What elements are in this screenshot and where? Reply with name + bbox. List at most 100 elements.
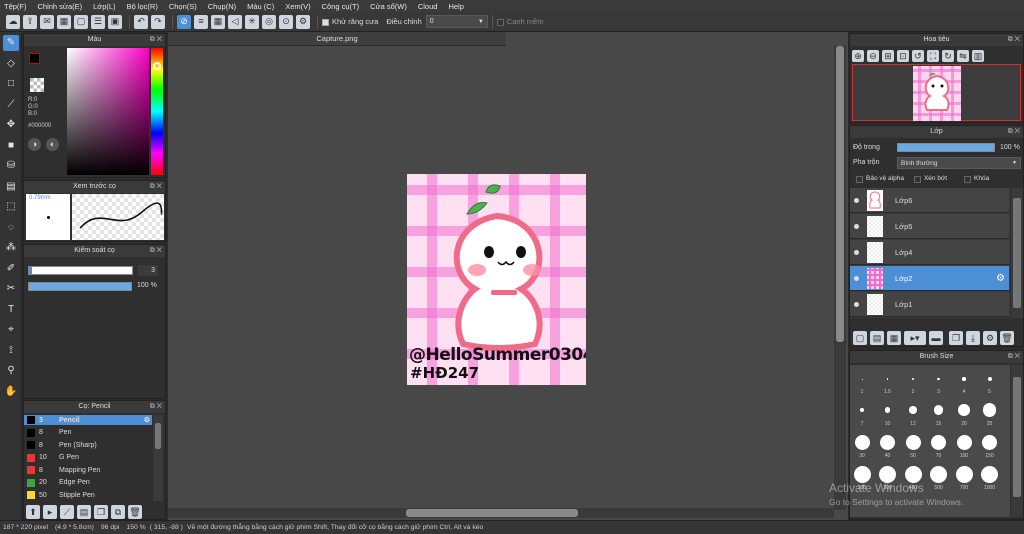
layer-row-1[interactable]: Lớp1 <box>850 292 1009 317</box>
lasso-tool-icon[interactable]: ◌ <box>3 220 19 236</box>
eye-icon[interactable] <box>854 275 859 281</box>
panel-menu-icon[interactable]: ⧉ ✕ <box>150 245 162 257</box>
primary-color-swatch[interactable] <box>29 53 40 64</box>
scrollbar-thumb[interactable] <box>155 423 161 449</box>
panel-menu-icon[interactable]: ⧉ ✕ <box>1008 351 1020 363</box>
zoom-in-icon[interactable]: ⊕ <box>852 50 864 62</box>
cloud-icon[interactable]: ☁ <box>6 14 20 29</box>
brush-size-dot[interactable] <box>982 403 997 417</box>
zoom-actual-icon[interactable]: ⊡ <box>897 50 909 62</box>
zoom-out-icon[interactable]: ⊖ <box>867 50 879 62</box>
eye-icon[interactable] <box>854 223 859 229</box>
rotate-left-icon[interactable]: ↺ <box>912 50 924 62</box>
snap-curve-icon[interactable]: ⊙ <box>279 14 293 29</box>
eye-icon[interactable] <box>854 197 859 203</box>
eyedropper-tool-icon[interactable]: ⚲ <box>3 363 19 379</box>
redo-icon[interactable]: ↷ <box>151 14 165 29</box>
brush-item-pen[interactable]: 8 Pen <box>24 428 164 438</box>
scrollbar-thumb[interactable] <box>1013 198 1021 308</box>
brush-size-dot[interactable] <box>933 405 944 415</box>
protect-alpha-checkbox[interactable] <box>856 176 863 183</box>
adjust-select[interactable]: 0 ▼ <box>425 15 488 28</box>
magic-wand-tool-icon[interactable]: ⁂ <box>3 240 19 256</box>
blend-mode-select[interactable]: Bình thường ▼ <box>897 157 1021 169</box>
menu-view[interactable]: Xem(V) <box>285 2 310 11</box>
text-tool-icon[interactable]: T <box>3 302 19 318</box>
brush-size-dot[interactable] <box>880 434 895 450</box>
brush-size-dot[interactable] <box>853 465 871 483</box>
lock-checkbox[interactable] <box>964 176 972 183</box>
gallery-icon[interactable]: ▦ <box>57 14 71 29</box>
snap-concentric-icon[interactable]: ◎ <box>262 14 276 29</box>
brush-item-g-pen[interactable]: 10 G Pen <box>24 453 164 463</box>
vscroll-thumb[interactable] <box>836 46 844 342</box>
menu-filter[interactable]: Bộ lọc(R) <box>127 2 158 11</box>
export-icon[interactable]: ⇪ <box>23 14 37 29</box>
snap-grid-icon[interactable]: ▦ <box>211 14 225 29</box>
brush-size-dot[interactable] <box>886 378 889 380</box>
duplicate-layer-icon[interactable]: ❐ <box>949 331 963 345</box>
fit-window-icon[interactable]: ⛶ <box>927 50 939 62</box>
new-layer-from-file-icon[interactable]: ▤ <box>870 331 884 345</box>
folder-icon[interactable]: ▬ <box>929 331 943 345</box>
zoom-fit-icon[interactable]: ⊞ <box>882 50 894 62</box>
menu-cloud[interactable]: Cloud <box>418 2 438 11</box>
artwork[interactable]: @HelloSummer0304 #HĐ247 <box>407 174 586 385</box>
canvas-vscroll[interactable] <box>834 46 846 510</box>
brush-size-dot[interactable] <box>931 434 946 450</box>
move-tool-icon[interactable]: ✥ <box>3 117 19 133</box>
flip-icon[interactable]: ⇋ <box>957 50 969 62</box>
brush-size-dot[interactable] <box>904 465 922 483</box>
panel-menu-icon[interactable]: ⧉ ✕ <box>150 181 162 193</box>
size-value[interactable]: 3 <box>138 265 158 276</box>
snap-off-icon[interactable]: ⊘ <box>177 14 191 29</box>
bucket-tool-icon[interactable]: ⛁ <box>3 158 19 174</box>
merge-layer-icon[interactable]: ⤓ <box>966 331 980 345</box>
duplicate-brush-icon[interactable]: ⧉ <box>111 505 125 519</box>
eraser-tool-icon[interactable]: ◇ <box>3 56 19 72</box>
select-pen-tool-icon[interactable]: ✐ <box>3 261 19 277</box>
comment-icon[interactable]: ✉ <box>40 14 54 29</box>
brush-item-pen-sharp[interactable]: 8 Pen (Sharp) <box>24 440 164 450</box>
opacity-slider[interactable] <box>28 282 132 291</box>
select-tool-icon[interactable]: ⬚ <box>3 199 19 215</box>
snap-settings-icon[interactable]: ⚙ <box>296 14 310 29</box>
dropper-tool-icon[interactable]: ⟟ <box>3 343 19 359</box>
brush-size-dot[interactable] <box>956 434 972 450</box>
canvas-hscroll[interactable] <box>168 508 834 518</box>
soft-edge-checkbox[interactable] <box>496 19 504 26</box>
navigator-settings-icon[interactable]: ▥ <box>972 50 984 62</box>
undo-icon[interactable]: ↶ <box>134 14 148 29</box>
layer-opacity-slider[interactable] <box>897 143 995 152</box>
brush-size-dot[interactable] <box>884 407 891 413</box>
layer-row-6[interactable]: Lớp6 <box>850 188 1009 213</box>
brush-size-dot[interactable] <box>987 377 992 381</box>
menu-tools[interactable]: Công cụ(T) <box>322 2 360 11</box>
new-layer-options-icon[interactable]: ▦ <box>887 331 901 345</box>
brush-size-dot[interactable] <box>930 465 947 483</box>
snap-cross-icon[interactable]: ✳ <box>245 14 259 29</box>
brush-list-scrollbar[interactable] <box>153 415 163 501</box>
trash-icon[interactable]: 🗑 <box>1000 331 1014 345</box>
hand-tool-icon[interactable]: ✋ <box>3 384 19 400</box>
panel-menu-icon[interactable]: ⧉ ✕ <box>1008 126 1020 138</box>
brush-size-dot[interactable] <box>861 378 863 380</box>
brush-size-dot[interactable] <box>937 377 940 381</box>
layer-row-4[interactable]: Lớp4 <box>850 240 1009 265</box>
brush-size-dot[interactable] <box>981 465 998 483</box>
menu-color[interactable]: Màu (C) <box>247 2 274 11</box>
menu-file[interactable]: Tệp(F) <box>4 2 27 11</box>
new-file-icon[interactable]: ▢ <box>74 14 88 29</box>
scrollbar-thumb[interactable] <box>1013 377 1021 497</box>
panel-menu-icon[interactable]: ⧉ ✕ <box>150 401 162 413</box>
brush-item-edge-pen[interactable]: 20 Edge Pen <box>24 478 164 488</box>
layer-list-scrollbar[interactable] <box>1011 188 1023 318</box>
layer-settings-icon[interactable]: ⚙ <box>983 331 997 345</box>
layer-row-5[interactable]: Lớp5 <box>850 214 1009 239</box>
canvas-tab[interactable]: Capture.png <box>168 32 506 46</box>
clipping-checkbox[interactable] <box>913 176 921 183</box>
new-layer-icon[interactable]: ▢ <box>853 331 867 345</box>
saturation-value-picker[interactable] <box>67 48 149 175</box>
brush-size-dot[interactable] <box>955 465 973 483</box>
copy-brush-icon[interactable]: ❐ <box>94 505 108 519</box>
